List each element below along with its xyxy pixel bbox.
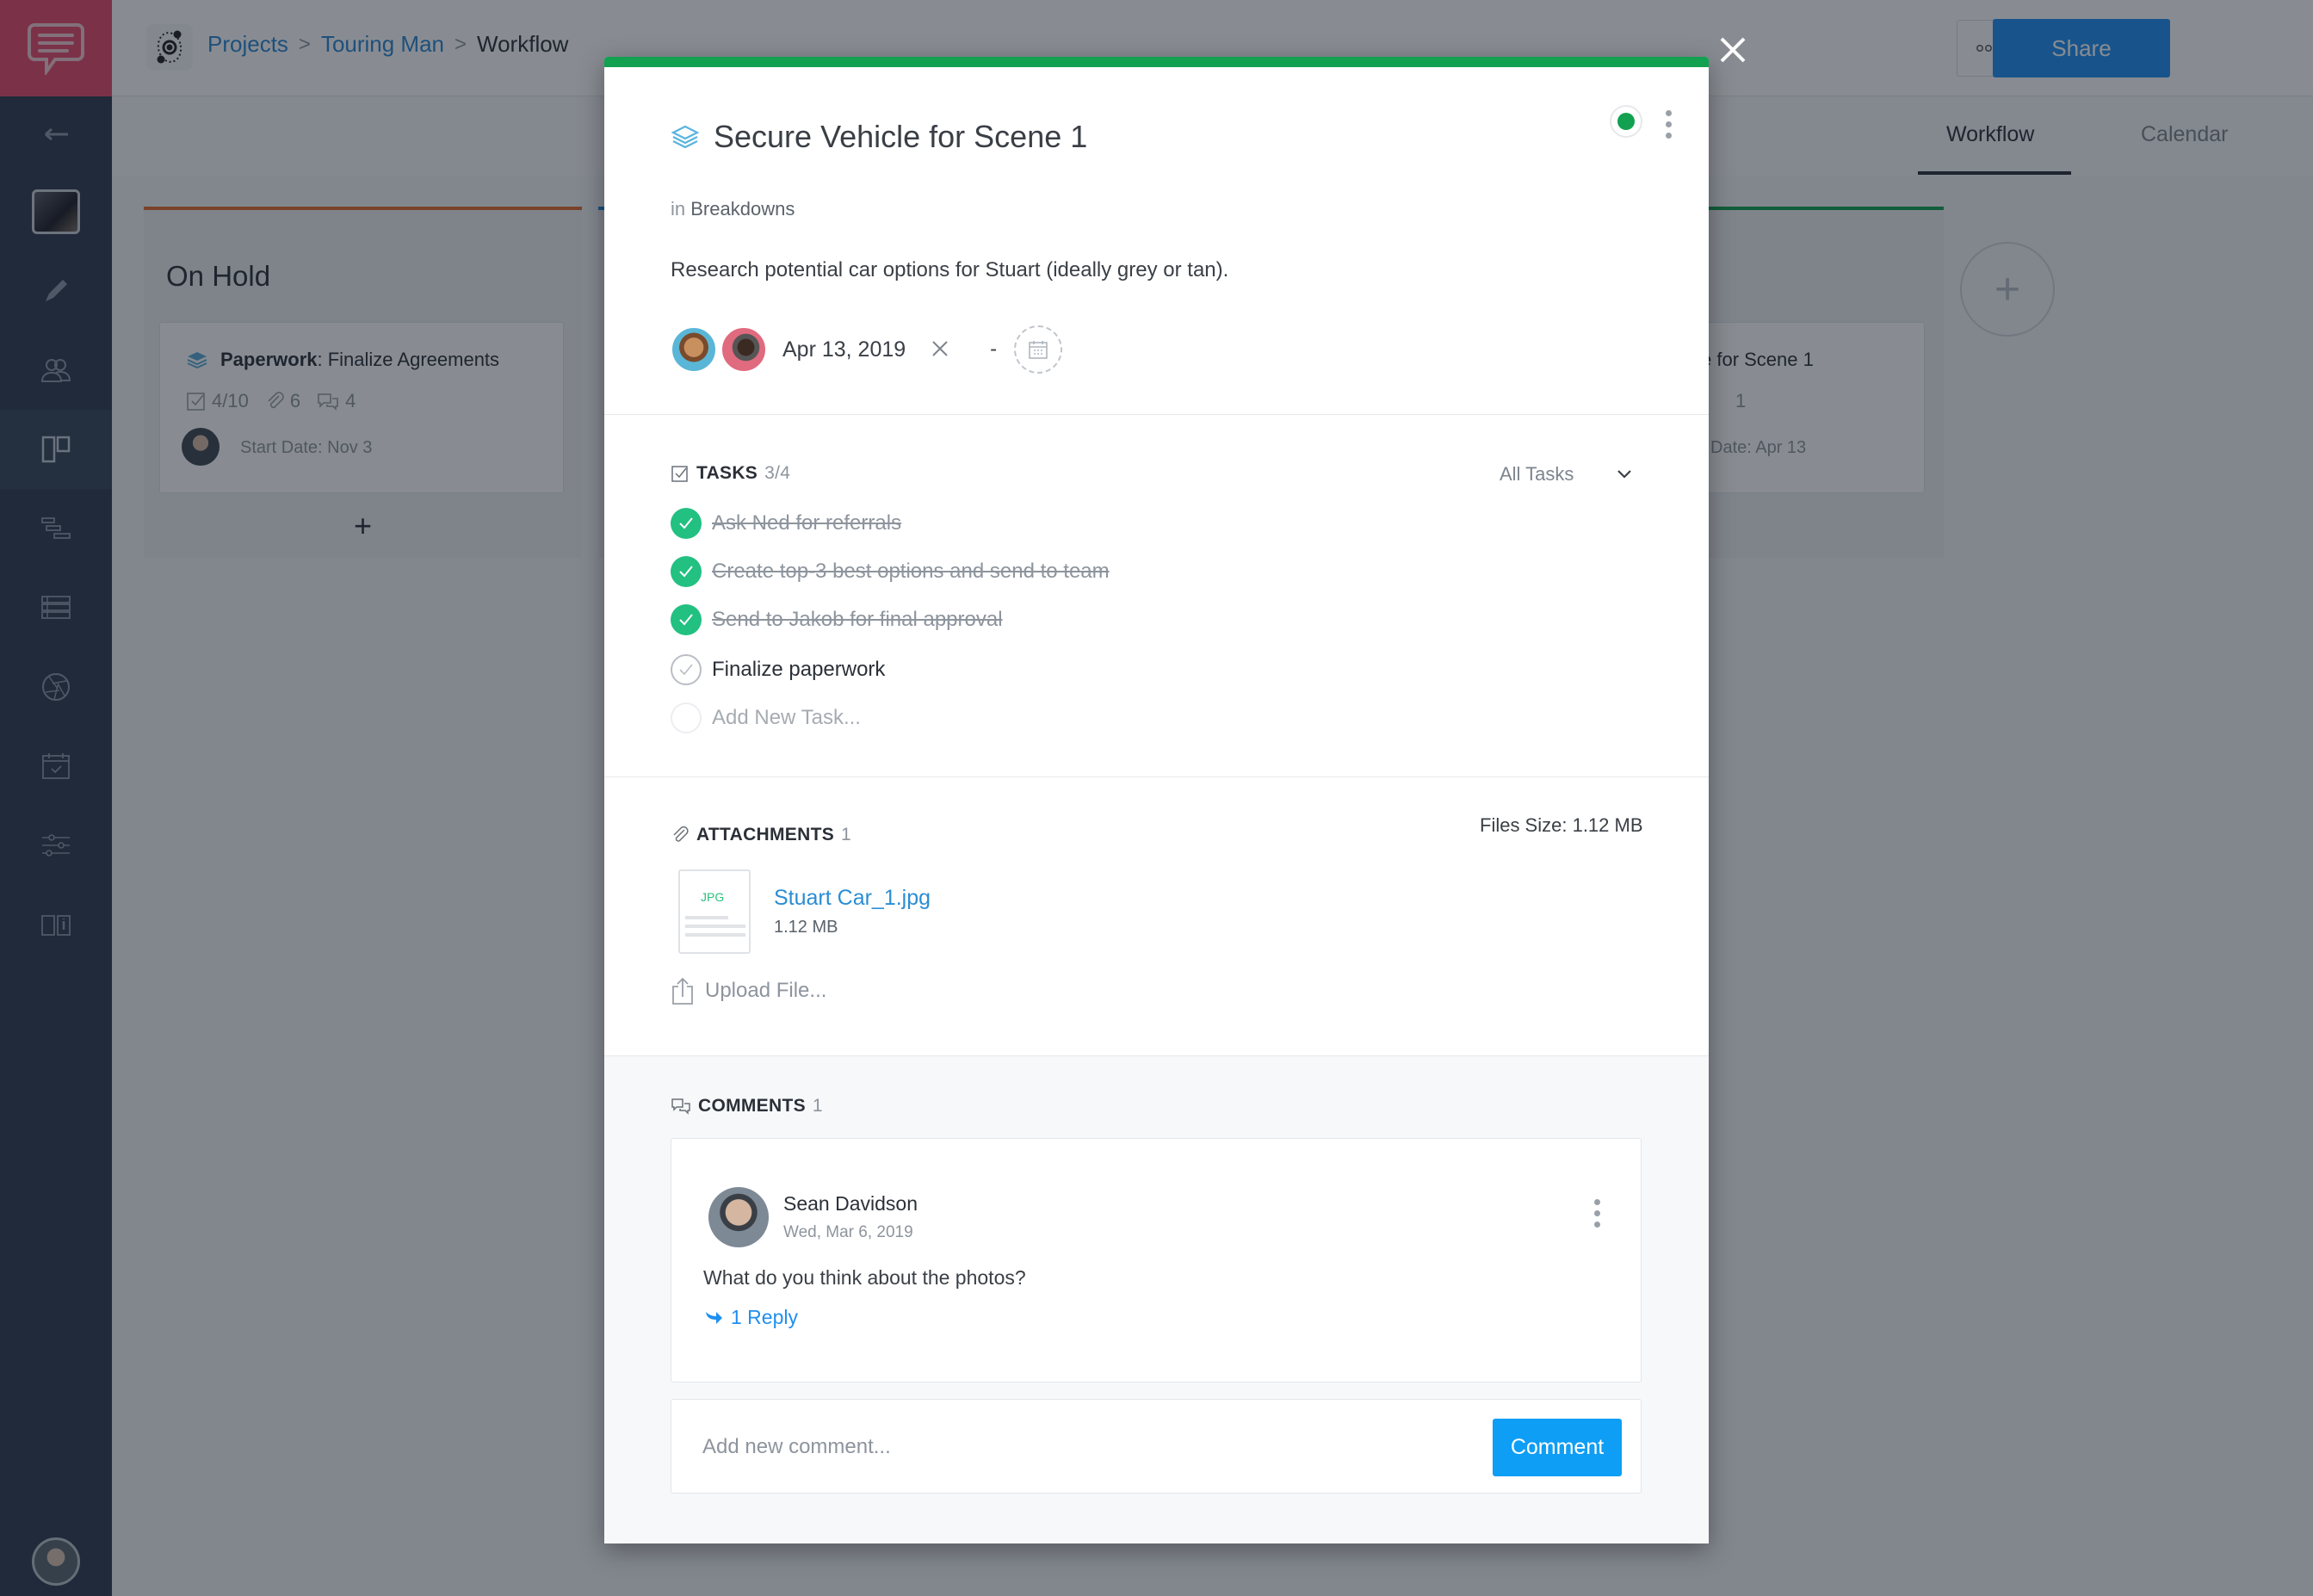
layers-icon [671,125,700,149]
kebab-dot [1665,133,1672,139]
check-icon [679,614,693,626]
section-divider [604,414,1709,415]
comments-icon [671,1098,690,1115]
upload-label: Upload File... [705,979,827,1002]
task-label[interactable]: Send to Jakob for final approval [712,608,1003,632]
check-icon [679,566,693,578]
task-checkbox[interactable] [671,604,702,635]
upload-file-button[interactable]: Upload File... [671,976,826,1005]
attachments-count: 1 [841,825,851,844]
file-name-link[interactable]: Stuart Car_1.jpg [774,886,931,911]
new-task-input[interactable]: Add New Task... [712,706,861,730]
comments-count: 1 [812,1096,823,1116]
task-filter-dropdown[interactable]: All Tasks [1500,463,1632,486]
task-checkbox[interactable] [671,654,702,685]
attachments-heading: ATTACHMENTS 1 [671,825,851,845]
tasks-label: TASKS [696,463,758,483]
task-detail-modal: Secure Vehicle for Scene 1 in Breakdowns… [604,57,1709,1543]
status-indicator[interactable] [1610,105,1642,138]
comment-author: Sean Davidson [783,1192,918,1215]
assignee-avatar[interactable] [671,326,717,373]
task-item: Ask Ned for referrals [671,508,901,539]
upload-icon [672,977,693,1005]
task-item: Create top-3 best options and send to te… [671,556,1110,587]
check-icon [679,517,693,529]
task-label[interactable]: Create top-3 best options and send to te… [712,560,1110,584]
due-date-picker[interactable] [1014,325,1063,374]
section-divider [604,776,1709,777]
task-checkbox[interactable] [671,556,702,587]
paperclip-icon [673,826,689,842]
reply-arrow-icon [706,1311,722,1324]
task-title: Secure Vehicle for Scene 1 [671,119,1087,155]
file-thumbnail[interactable]: JPG [678,869,751,954]
check-icon [679,664,693,676]
status-dot [1617,113,1635,130]
file-type-badge: JPG [701,890,725,904]
comments-heading: COMMENTS 1 [671,1096,823,1117]
new-comment-input[interactable] [702,1426,1434,1469]
comment-options-button[interactable] [1588,1199,1605,1228]
clear-date-button[interactable] [931,336,949,363]
task-checkbox[interactable] [671,508,702,539]
calendar-icon [1029,341,1048,359]
file-size: 1.12 MB [774,918,838,937]
new-comment-box: Comment [671,1399,1642,1494]
kebab-dot [1593,1210,1600,1216]
close-icon [932,341,948,356]
task-filter-value: All Tasks [1500,463,1574,485]
task-location: in Breakdowns [671,198,795,220]
tasks-heading: TASKS 3/4 [671,463,790,484]
assignees-and-dates: Apr 13, 2019 - [671,325,1063,374]
file-thumb-line [685,925,745,928]
comments-label: COMMENTS [698,1096,806,1116]
location-prefix: in [671,198,686,220]
task-item: Send to Jakob for final approval [671,604,1003,635]
kebab-dot [1665,121,1672,127]
task-label[interactable]: Finalize paperwork [712,658,885,682]
comment: Sean Davidson Wed, Mar 6, 2019 What do y… [671,1138,1642,1383]
checkbox-icon [671,466,688,482]
date-separator: - [990,337,998,361]
file-thumb-line [685,916,728,919]
comment-author-avatar[interactable] [708,1187,769,1247]
kebab-dot [1593,1199,1600,1205]
start-date[interactable]: Apr 13, 2019 [782,337,906,362]
comment-date: Wed, Mar 6, 2019 [783,1223,913,1241]
comments-section: COMMENTS 1 Sean Davidson Wed, Mar 6, 201… [604,1055,1709,1543]
new-task-checkbox [671,702,702,733]
files-size: Files Size: 1.12 MB [1480,814,1643,836]
task-description[interactable]: Research potential car options for Stuar… [671,258,1228,282]
task-item: Finalize paperwork [671,654,885,685]
attachments-label: ATTACHMENTS [696,825,835,844]
assignee-avatar[interactable] [720,326,767,373]
kebab-dot [1665,110,1672,116]
close-icon [1720,37,1746,63]
task-title-text[interactable]: Secure Vehicle for Scene 1 [714,119,1087,155]
file-thumb-line [685,933,745,937]
tasks-count: 3/4 [764,463,791,483]
kebab-dot [1593,1222,1600,1228]
task-options-button[interactable] [1660,110,1677,139]
replies-count: 1 Reply [731,1306,798,1328]
submit-comment-button[interactable]: Comment [1493,1419,1622,1476]
new-task-row: Add New Task... [671,702,861,733]
close-modal-button[interactable] [1716,34,1750,69]
comment-body: What do you think about the photos? [703,1266,1026,1289]
task-label[interactable]: Ask Ned for referrals [712,511,901,535]
status-color-bar [604,57,1709,67]
location-link[interactable]: Breakdowns [690,198,795,220]
chevron-down-icon [1617,470,1632,479]
replies-link[interactable]: 1 Reply [703,1306,798,1329]
